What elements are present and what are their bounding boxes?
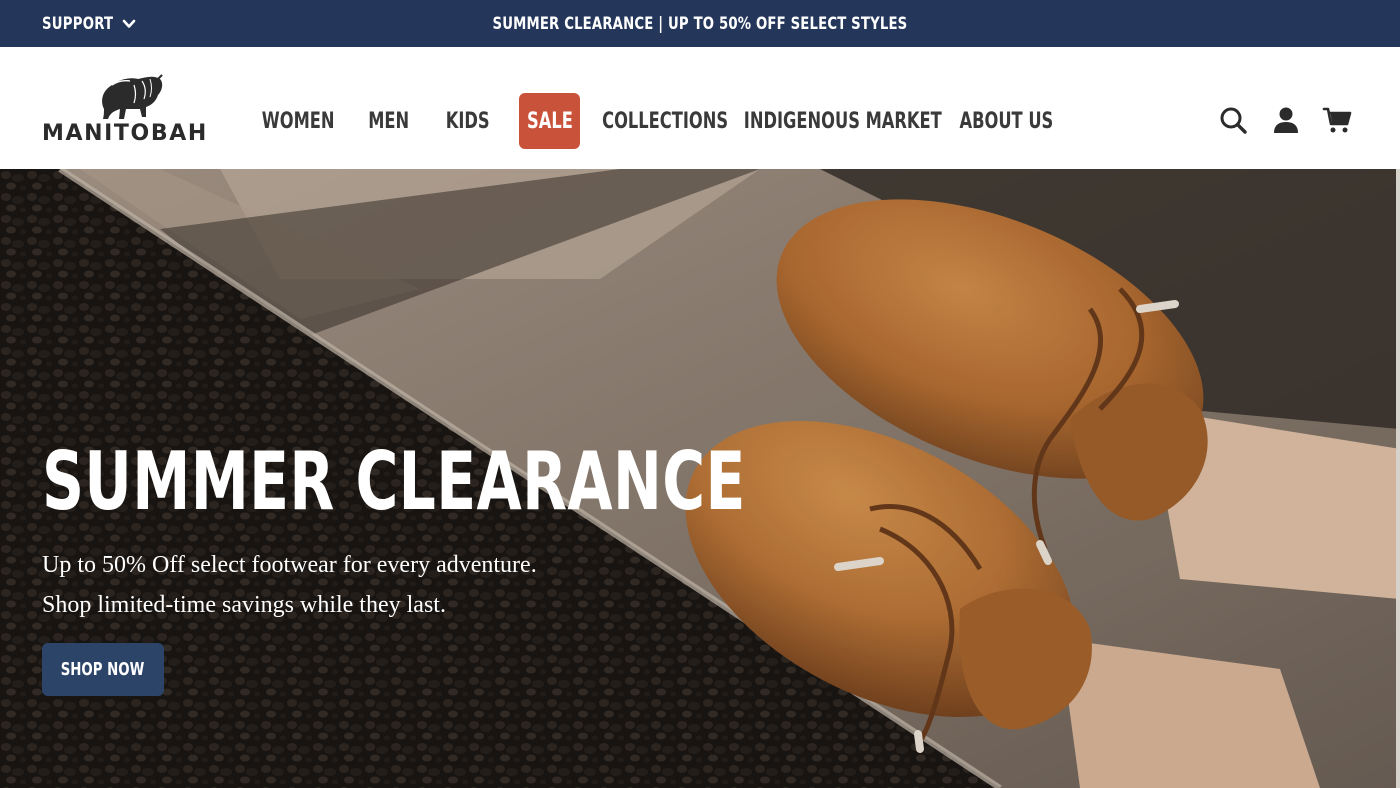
- nav-kids[interactable]: KIDS: [442, 93, 494, 149]
- cart-icon: [1322, 107, 1352, 133]
- nav-collections[interactable]: COLLECTIONS: [602, 93, 728, 149]
- support-label: SUPPORT: [42, 13, 114, 34]
- hero-subtitle-line2: Shop limited-time savings while they las…: [42, 592, 446, 618]
- hero-banner: SUMMER CLEARANCE Up to 50% Off select fo…: [0, 169, 1400, 788]
- page-edge: [1396, 169, 1400, 788]
- promo-text: SUMMER CLEARANCE | UP TO 50% OFF SELECT …: [492, 13, 908, 34]
- nav-men-label: MEN: [368, 108, 410, 134]
- cart-button[interactable]: [1322, 105, 1352, 135]
- nav-women[interactable]: WOMEN: [260, 93, 336, 149]
- account-button[interactable]: [1271, 105, 1301, 135]
- nav-about-us-label: ABOUT US: [959, 108, 1053, 134]
- chevron-down-icon: [122, 19, 136, 28]
- nav-sale-label: SALE: [526, 108, 573, 134]
- support-dropdown[interactable]: SUPPORT: [42, 0, 136, 47]
- announcement-bar: SUMMER CLEARANCE | UP TO 50% OFF SELECT …: [0, 0, 1400, 47]
- hero-title: SUMMER CLEARANCE: [42, 435, 746, 528]
- nav-kids-label: KIDS: [446, 108, 490, 134]
- hero-subtitle-line1: Up to 50% Off select footwear for every …: [42, 552, 537, 578]
- brand-wordmark: MANITOBAH: [42, 121, 208, 146]
- nav-indigenous-market-label: INDIGENOUS MARKET: [744, 108, 942, 134]
- nav-sale[interactable]: SALE: [519, 93, 580, 149]
- shop-now-label: SHOP NOW: [61, 659, 145, 680]
- search-button[interactable]: [1218, 105, 1248, 135]
- nav-about-us[interactable]: ABOUT US: [959, 93, 1053, 149]
- account-icon: [1274, 107, 1298, 133]
- nav-men[interactable]: MEN: [362, 93, 416, 149]
- nav-indigenous-market[interactable]: INDIGENOUS MARKET: [744, 93, 942, 149]
- shop-now-button[interactable]: SHOP NOW: [42, 643, 164, 696]
- nav-collections-label: COLLECTIONS: [602, 108, 728, 134]
- nav-women-label: WOMEN: [261, 108, 335, 134]
- bison-logo-icon: [102, 74, 163, 119]
- brand-logo[interactable]: MANITOBAH: [42, 71, 212, 147]
- site-header: MANITOBAH WOMEN MEN KIDS SALE COLLECTION…: [0, 47, 1400, 169]
- promo-banner[interactable]: SUMMER CLEARANCE | UP TO 50% OFF SELECT …: [0, 0, 1400, 47]
- hero-subtitle: Up to 50% Off select footwear for every …: [42, 545, 602, 625]
- search-icon: [1220, 107, 1247, 134]
